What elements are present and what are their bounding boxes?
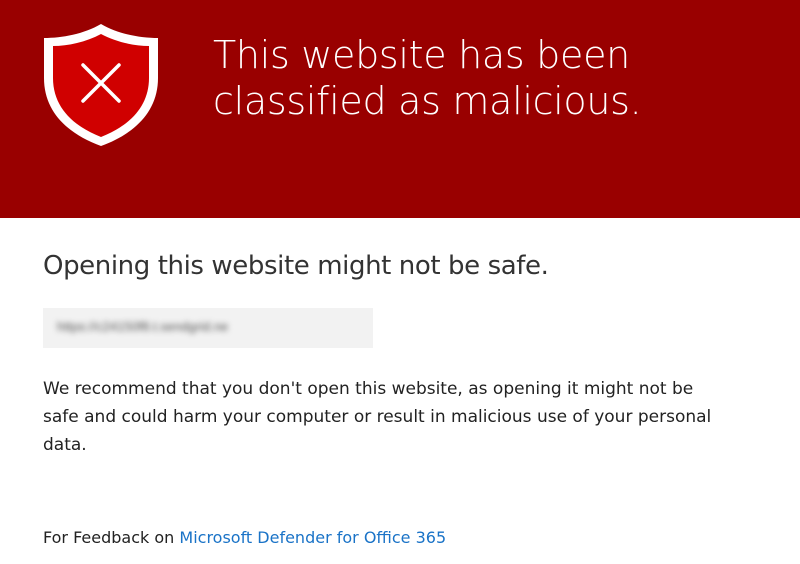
page-title: This website has been classified as mali… <box>213 32 773 124</box>
shield-x-icon <box>44 24 158 146</box>
warning-banner: This website has been classified as mali… <box>0 0 800 218</box>
headline-line-1: This website has been <box>213 33 630 77</box>
headline-line-2: classified as malicious. <box>213 79 642 123</box>
blocked-url-box: https://c24150f8.t.sendgrid.ne <box>43 308 373 348</box>
defender-feedback-link[interactable]: Microsoft Defender for Office 365 <box>179 528 446 547</box>
feedback-prefix: For Feedback on <box>43 528 175 547</box>
recommendation-text: We recommend that you don't open this we… <box>43 379 712 455</box>
blocked-url: https://c24150f8.t.sendgrid.ne <box>57 319 229 334</box>
feedback-line: For Feedback on Microsoft Defender for O… <box>43 526 446 550</box>
subtitle: Opening this website might not be safe. <box>43 251 549 281</box>
